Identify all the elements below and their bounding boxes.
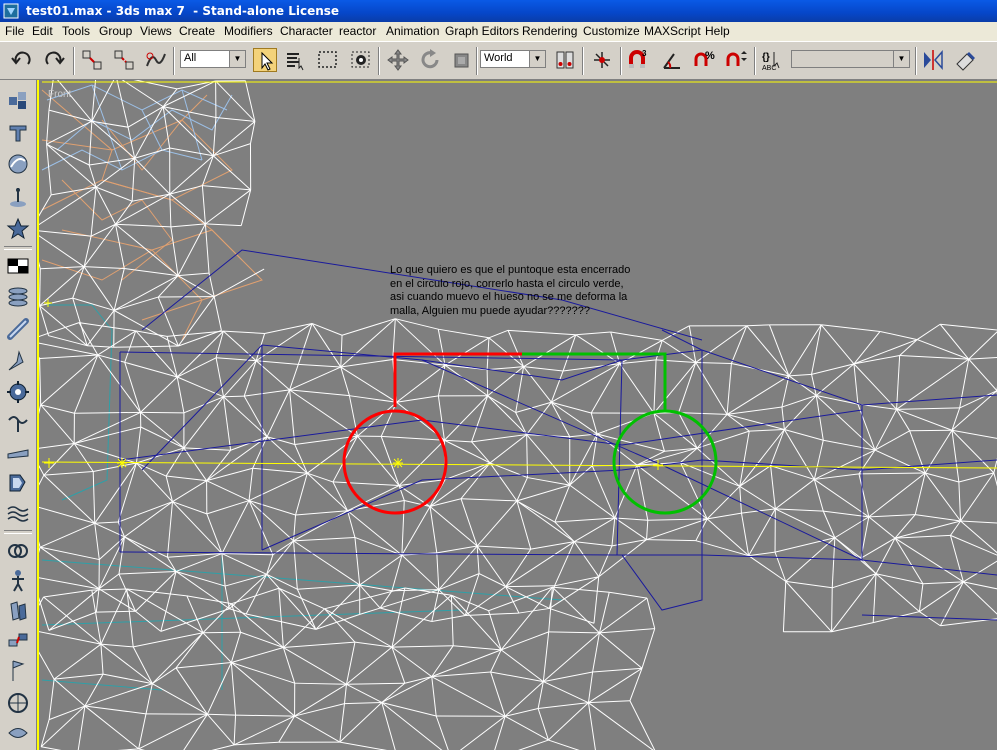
front-viewport[interactable]: [37, 80, 997, 750]
toolbar-separator: [4, 530, 32, 534]
select-and-move-icon[interactable]: [386, 48, 410, 72]
chevron-down-icon: ▼: [529, 51, 545, 67]
selection-filter-dropdown[interactable]: All ▼: [180, 50, 246, 68]
named-selection-sets-dropdown[interactable]: ▼: [791, 50, 910, 68]
systems-icon[interactable]: [5, 440, 31, 466]
redo-icon[interactable]: [42, 48, 66, 72]
lights-icon[interactable]: [5, 316, 31, 342]
annotation-line: asi cuando muevo el hueso no se me defor…: [390, 291, 628, 303]
select-object-icon[interactable]: [253, 48, 277, 72]
undo-icon[interactable]: [10, 48, 34, 72]
utilities-icon[interactable]: [5, 658, 31, 684]
chevron-down-icon: ▼: [229, 51, 245, 67]
snap-dimension-label: 3: [642, 49, 647, 58]
window-title: test01.max - 3ds max 7 - Stand-alone Lic…: [26, 4, 340, 18]
main-toolbar: All ▼ World ▼ 3 % {} ABC ▼: [0, 41, 997, 80]
select-and-link-icon[interactable]: [80, 48, 104, 72]
menu-reactor[interactable]: reactor: [339, 24, 376, 38]
reference-coordinate-system-dropdown[interactable]: World ▼: [480, 50, 546, 68]
motion-icon[interactable]: [5, 184, 31, 210]
toolbar-separator: [915, 47, 917, 75]
menu-edit[interactable]: Edit: [32, 24, 53, 38]
annotation-text: Lo que quiero es que el puntoque esta en…: [390, 264, 690, 318]
percent-snap-icon[interactable]: %: [692, 48, 716, 72]
toolbar-separator: [754, 47, 756, 75]
more-tools-icon[interactable]: [5, 720, 31, 746]
space-warps-icon[interactable]: [5, 410, 31, 436]
menu-create[interactable]: Create: [179, 24, 215, 38]
menu-customize[interactable]: Customize: [583, 24, 640, 38]
use-pivot-point-center-icon[interactable]: [553, 48, 577, 72]
reference-coordinate-system-value: World: [484, 52, 513, 64]
menu-group[interactable]: Group: [99, 24, 132, 38]
angle-snap-icon[interactable]: [660, 48, 684, 72]
selection-filter-value: All: [184, 52, 197, 64]
toolbar-separator: [378, 47, 380, 75]
command-tool-strip: [0, 80, 37, 750]
menu-animation[interactable]: Animation: [386, 24, 439, 38]
particle-systems-icon[interactable]: [5, 470, 31, 496]
menu-file[interactable]: File: [5, 24, 24, 38]
menu-character[interactable]: Character: [280, 24, 333, 38]
display-icon[interactable]: [5, 216, 31, 242]
svg-text:{}: {}: [762, 52, 770, 63]
hierarchy-icon[interactable]: [5, 151, 31, 177]
toolbar-separator: [73, 47, 75, 75]
menu-rendering[interactable]: Rendering: [522, 24, 577, 38]
red-circle-marker: [342, 409, 448, 515]
toolbar-separator: [173, 47, 175, 75]
spinner-snap-icon[interactable]: [724, 48, 748, 72]
chevron-down-icon: ▼: [893, 51, 909, 67]
menu-help[interactable]: Help: [705, 24, 730, 38]
snaps-toggle-icon[interactable]: 3: [626, 48, 650, 72]
green-connector-line: [522, 352, 667, 410]
menu-tools[interactable]: Tools: [62, 24, 90, 38]
align-icon[interactable]: [953, 48, 977, 72]
select-and-scale-icon[interactable]: [450, 48, 474, 72]
menu-views[interactable]: Views: [140, 24, 172, 38]
select-and-rotate-icon[interactable]: [418, 48, 442, 72]
toolbar-separator: [476, 47, 478, 75]
modify-icon[interactable]: [5, 120, 31, 146]
helpers-icon[interactable]: [5, 379, 31, 405]
rectangular-selection-region-icon[interactable]: [316, 48, 340, 72]
annotation-line: en el circulo rojo, correrlo hasta el ci…: [390, 277, 624, 290]
menu-graph-editors[interactable]: Graph Editors: [445, 24, 519, 38]
green-circle-marker: [612, 409, 718, 515]
window-crossing-icon[interactable]: [349, 48, 373, 72]
toolbar-separator: [582, 47, 584, 75]
annotation-line: Lo que quiero es que el puntoque esta en…: [390, 264, 631, 276]
mirror-icon[interactable]: [921, 48, 945, 72]
bone-line: [41, 461, 997, 469]
toolbar-separator: [4, 246, 32, 250]
svg-text:%: %: [705, 50, 715, 62]
3dsmax-app-icon[interactable]: [3, 3, 19, 19]
cameras-icon[interactable]: [5, 348, 31, 374]
edit-named-selection-sets-icon[interactable]: {} ABC: [760, 48, 784, 72]
biped-icon[interactable]: [5, 568, 31, 594]
link-constraint-icon[interactable]: [5, 628, 31, 654]
wave-icon[interactable]: [5, 500, 31, 526]
dynamics-icon[interactable]: [5, 690, 31, 716]
title-bar: test01.max - 3ds max 7 - Stand-alone Lic…: [0, 0, 997, 22]
annotation-line: malla, Alguien mu puede ayudar???????: [390, 304, 590, 317]
reactor-icon[interactable]: [5, 538, 31, 564]
menu-bar: File Edit Tools Group Views Create Modif…: [0, 22, 997, 41]
select-and-manipulate-icon[interactable]: [590, 48, 614, 72]
bones-icon[interactable]: [5, 598, 31, 624]
create-icon[interactable]: [5, 88, 31, 114]
viewport-label[interactable]: Front: [48, 89, 71, 100]
unlink-selection-icon[interactable]: [112, 48, 136, 72]
menu-maxscript[interactable]: MAXScript: [644, 24, 701, 38]
toolbar-separator: [620, 47, 622, 75]
menu-modifiers[interactable]: Modifiers: [224, 24, 273, 38]
white-wireframe: [39, 80, 997, 750]
wireframe-mesh[interactable]: [39, 80, 997, 750]
shapes-icon[interactable]: [5, 284, 31, 310]
geometry-icon[interactable]: [5, 253, 31, 279]
select-by-name-icon[interactable]: [283, 48, 307, 72]
bind-to-space-warp-icon[interactable]: [144, 48, 168, 72]
